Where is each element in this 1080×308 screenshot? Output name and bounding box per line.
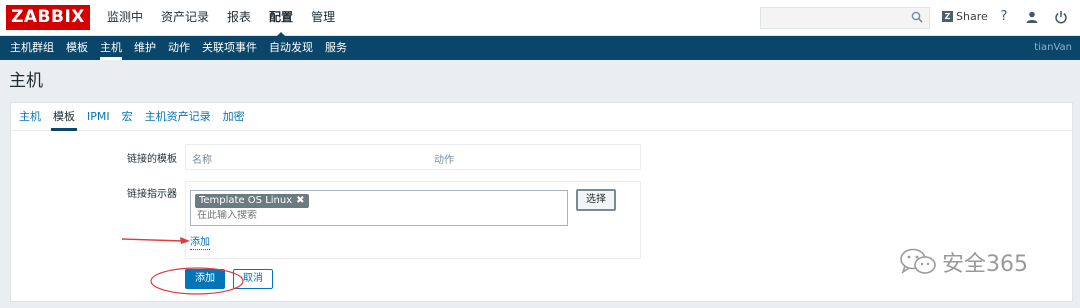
linked-templates-label: 链接的模板: [127, 154, 177, 165]
search-icon[interactable]: [911, 11, 923, 23]
global-search-input[interactable]: [760, 7, 930, 29]
subnav-event-correlation[interactable]: 关联项事件: [196, 36, 263, 60]
tab-host[interactable]: 主机: [13, 103, 47, 130]
zabbix-logo[interactable]: ZABBIX: [6, 5, 90, 30]
subnav-services[interactable]: 服务: [319, 36, 353, 60]
link-new-templates-label: 链接指示器: [127, 189, 177, 200]
tab-templates[interactable]: 模板: [47, 103, 81, 131]
menu-inventory[interactable]: 资产记录: [152, 0, 218, 36]
menu-reports[interactable]: 报表: [218, 0, 260, 36]
watermark: 安全365: [898, 246, 1028, 278]
add-template-link[interactable]: 添加: [190, 237, 210, 250]
tab-inventory[interactable]: 主机资产记录: [139, 103, 217, 130]
share-link[interactable]: Z Share: [942, 10, 988, 23]
selected-template-label: Template OS Linux: [199, 195, 293, 206]
subnav-discovery[interactable]: 自动发现: [263, 36, 319, 60]
username-label: tianVan: [1034, 42, 1072, 53]
template-multiselect[interactable]: Template OS Linux ✖: [190, 190, 568, 226]
tab-macros[interactable]: 宏: [116, 103, 139, 130]
form-tabs: 主机 模板 IPMI 宏 主机资产记录 加密: [11, 103, 1072, 131]
add-button[interactable]: 添加: [185, 269, 225, 289]
top-header: ZABBIX 监测中 资产记录 报表 配置 管理 Z Share ?: [0, 0, 1080, 38]
watermark-text: 安全365: [942, 252, 1028, 277]
user-icon[interactable]: [1024, 9, 1040, 25]
power-icon[interactable]: [1053, 9, 1069, 25]
template-search-input[interactable]: [197, 210, 497, 221]
remove-chip-icon[interactable]: ✖: [296, 194, 304, 208]
subnav-maintenance[interactable]: 维护: [128, 36, 162, 60]
share-badge-icon: Z: [942, 11, 953, 22]
tab-encryption[interactable]: 加密: [217, 103, 251, 130]
sub-navigation: 主机群组 模板 主机 维护 动作 关联项事件 自动发现 服务 tianVan: [0, 36, 1080, 60]
main-menu: 监测中 资产记录 报表 配置 管理: [98, 0, 344, 38]
cancel-button[interactable]: 取消: [233, 269, 273, 289]
page-title: 主机: [9, 71, 43, 91]
column-header-name: 名称: [192, 155, 212, 166]
column-header-action: 动作: [434, 155, 454, 166]
help-icon[interactable]: ?: [996, 9, 1012, 25]
wechat-icon: [900, 248, 936, 274]
select-template-button[interactable]: 选择: [576, 189, 616, 211]
subnav-actions[interactable]: 动作: [162, 36, 196, 60]
share-label: Share: [956, 10, 988, 23]
selected-template-chip: Template OS Linux ✖: [195, 194, 309, 208]
subnav-host-groups[interactable]: 主机群组: [4, 36, 60, 60]
menu-monitoring[interactable]: 监测中: [98, 0, 152, 36]
tab-ipmi[interactable]: IPMI: [81, 103, 116, 130]
menu-configuration[interactable]: 配置: [260, 0, 302, 38]
subnav-hosts[interactable]: 主机: [94, 36, 128, 60]
subnav-templates[interactable]: 模板: [60, 36, 94, 60]
linked-templates-table: 名称 动作: [185, 144, 641, 170]
menu-administration[interactable]: 管理: [302, 0, 344, 36]
link-new-templates-box: Template OS Linux ✖ 选择 添加: [185, 181, 641, 259]
